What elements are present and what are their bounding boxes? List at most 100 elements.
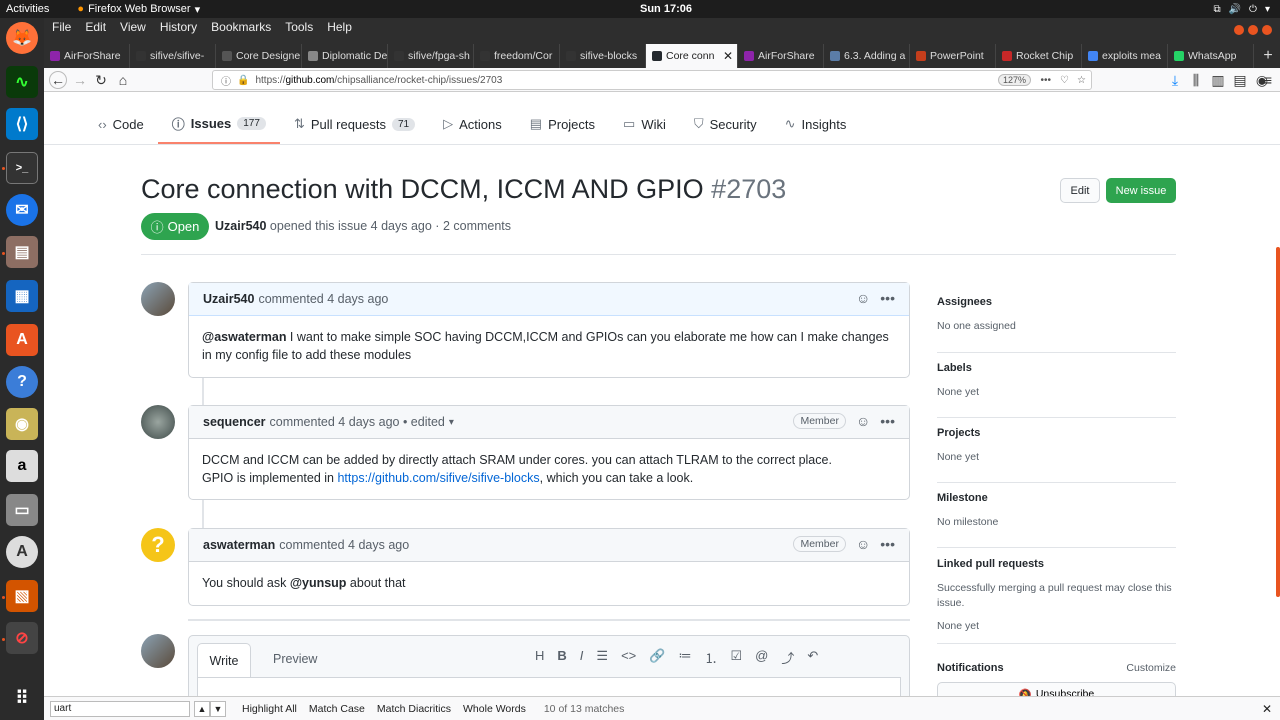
- tab-pull-requests[interactable]: ⇅ Pull requests 71: [280, 104, 429, 144]
- reader-icon[interactable]: ▤: [1231, 71, 1249, 89]
- tab-security[interactable]: ⛉ Security: [680, 104, 771, 144]
- comment-author[interactable]: aswaterman: [203, 538, 275, 552]
- find-next-button[interactable]: ▼: [210, 700, 226, 717]
- browser-tab[interactable]: Rocket Chip: [996, 44, 1082, 68]
- code-icon[interactable]: <>: [621, 648, 636, 667]
- avatar[interactable]: ?: [141, 528, 175, 562]
- labels-section[interactable]: Labels None yet: [937, 362, 1176, 418]
- tab-actions[interactable]: ▷ Actions: [429, 104, 516, 144]
- activities-button[interactable]: Activities: [6, 3, 49, 15]
- comment-meta[interactable]: commented 4 days ago • edited: [270, 415, 445, 429]
- browser-tab[interactable]: freedom/Cor: [474, 44, 560, 68]
- show-apps-icon[interactable]: ⠿: [6, 682, 38, 714]
- page-actions-icon[interactable]: •••: [1040, 75, 1051, 86]
- more-options-icon[interactable]: •••: [880, 290, 895, 306]
- comment-meta[interactable]: commented 4 days ago: [258, 292, 388, 306]
- browser-tab[interactable]: PowerPoint: [910, 44, 996, 68]
- comment-textarea[interactable]: [197, 677, 901, 696]
- menu-view[interactable]: View: [120, 20, 146, 34]
- quote-icon[interactable]: ☰: [596, 648, 608, 667]
- more-options-icon[interactable]: •••: [880, 413, 895, 429]
- preview-tab[interactable]: Preview: [273, 652, 317, 666]
- impress-icon[interactable]: ▧: [6, 580, 38, 612]
- avatar[interactable]: [141, 634, 175, 668]
- projects-section[interactable]: Projects None yet: [937, 427, 1176, 483]
- software-icon[interactable]: A: [6, 324, 38, 356]
- bookmark-star-icon[interactable]: ☆: [1077, 75, 1086, 86]
- mention-icon[interactable]: @: [755, 648, 768, 667]
- tab-projects[interactable]: ▤ Projects: [516, 104, 609, 144]
- assignees-section[interactable]: Assignees No one assigned: [937, 296, 1176, 353]
- customize-link[interactable]: Customize: [1126, 662, 1176, 674]
- mention-link[interactable]: @aswaterman: [202, 330, 286, 344]
- heading-icon[interactable]: H: [535, 648, 544, 667]
- tab-issues[interactable]: ⓘ Issues 177: [157, 104, 280, 144]
- rhythmbox-icon[interactable]: ◉: [6, 408, 38, 440]
- scrollbar[interactable]: [1276, 247, 1280, 597]
- chevron-down-icon[interactable]: ▾: [449, 417, 454, 428]
- minimize-button[interactable]: [1234, 25, 1244, 35]
- find-input[interactable]: uart: [50, 700, 190, 717]
- close-window-button[interactable]: [1262, 25, 1272, 35]
- browser-tab[interactable]: Diplomatic Desi: [302, 44, 388, 68]
- back-button[interactable]: ←: [49, 71, 67, 89]
- zoom-indicator[interactable]: 127%: [997, 74, 1031, 86]
- reload-button[interactable]: ↻: [92, 71, 110, 89]
- app-menu[interactable]: ● Firefox Web Browser ▾: [77, 3, 200, 16]
- menu-file[interactable]: File: [52, 20, 71, 34]
- terminal-icon[interactable]: >_: [6, 152, 38, 184]
- milestone-section[interactable]: Milestone No milestone: [937, 492, 1176, 548]
- system-monitor-icon[interactable]: ∿: [6, 66, 38, 98]
- more-options-icon[interactable]: •••: [880, 536, 895, 552]
- avatar[interactable]: [141, 282, 175, 316]
- clock[interactable]: Sun 17:06: [640, 3, 692, 15]
- emoji-reaction-icon[interactable]: ☺: [856, 290, 870, 306]
- home-button[interactable]: ⌂: [114, 71, 132, 89]
- new-issue-button[interactable]: New issue: [1106, 178, 1176, 203]
- bold-icon[interactable]: B: [557, 648, 566, 667]
- comment-author[interactable]: Uzair540: [203, 292, 254, 306]
- link-icon[interactable]: 🔗: [649, 648, 665, 667]
- menu-help[interactable]: Help: [327, 20, 352, 34]
- repo-link[interactable]: https://github.com/sifive/sifive-blocks: [337, 471, 539, 485]
- task-list-icon[interactable]: ☑: [730, 648, 742, 667]
- writer-icon[interactable]: ▦: [6, 280, 38, 312]
- whole-words-toggle[interactable]: Whole Words: [463, 703, 526, 715]
- firefox-icon[interactable]: 🦊: [6, 22, 38, 54]
- browser-tab[interactable]: WhatsApp: [1168, 44, 1254, 68]
- browser-tab[interactable]: exploits mea: [1082, 44, 1168, 68]
- amazon-icon[interactable]: a: [6, 450, 38, 482]
- find-previous-button[interactable]: ▲: [194, 700, 210, 717]
- unsubscribe-button[interactable]: 🔕 Unsubscribe: [937, 682, 1176, 696]
- bullet-list-icon[interactable]: ≔: [678, 648, 691, 667]
- vscode-icon[interactable]: ⟨⟩: [6, 108, 38, 140]
- system-tray[interactable]: ⧉ 🔊 ⏻ ▾: [1213, 4, 1270, 15]
- edit-button[interactable]: Edit: [1060, 178, 1100, 203]
- browser-tab[interactable]: Core Designe: [216, 44, 302, 68]
- tab-code[interactable]: ‹› Code: [84, 104, 158, 144]
- tab-wiki[interactable]: ▭ Wiki: [609, 104, 680, 144]
- browser-tab[interactable]: AirForShare: [44, 44, 130, 68]
- thunderbird-icon[interactable]: ✉: [6, 194, 38, 226]
- comment-meta[interactable]: commented 4 days ago: [279, 538, 409, 552]
- mention-link[interactable]: @yunsup: [290, 576, 347, 590]
- browser-tab[interactable]: Core conn ✕: [646, 44, 738, 68]
- highlight-all-toggle[interactable]: Highlight All: [242, 703, 297, 715]
- updater-icon[interactable]: A: [6, 536, 38, 568]
- italic-icon[interactable]: I: [580, 648, 584, 667]
- screen-recorder-icon[interactable]: ⊘: [6, 622, 38, 654]
- hamburger-menu-icon[interactable]: ≡: [1259, 71, 1277, 89]
- issue-author-link[interactable]: Uzair540: [215, 219, 266, 233]
- avatar[interactable]: [141, 405, 175, 439]
- numbered-list-icon[interactable]: ⒈: [704, 648, 717, 667]
- menu-history[interactable]: History: [160, 20, 197, 34]
- match-case-toggle[interactable]: Match Case: [309, 703, 365, 715]
- linked-prs-section[interactable]: Linked pull requests Successfully merging…: [937, 558, 1176, 644]
- match-diacritics-toggle[interactable]: Match Diacritics: [377, 703, 451, 715]
- browser-tab[interactable]: AirForShare: [738, 44, 824, 68]
- close-find-bar-icon[interactable]: ✕: [1262, 702, 1272, 716]
- emoji-reaction-icon[interactable]: ☺: [856, 413, 870, 429]
- files-icon[interactable]: ▤: [6, 236, 38, 268]
- forward-button[interactable]: →: [71, 71, 89, 89]
- library-icon[interactable]: ⫼: [1187, 71, 1205, 89]
